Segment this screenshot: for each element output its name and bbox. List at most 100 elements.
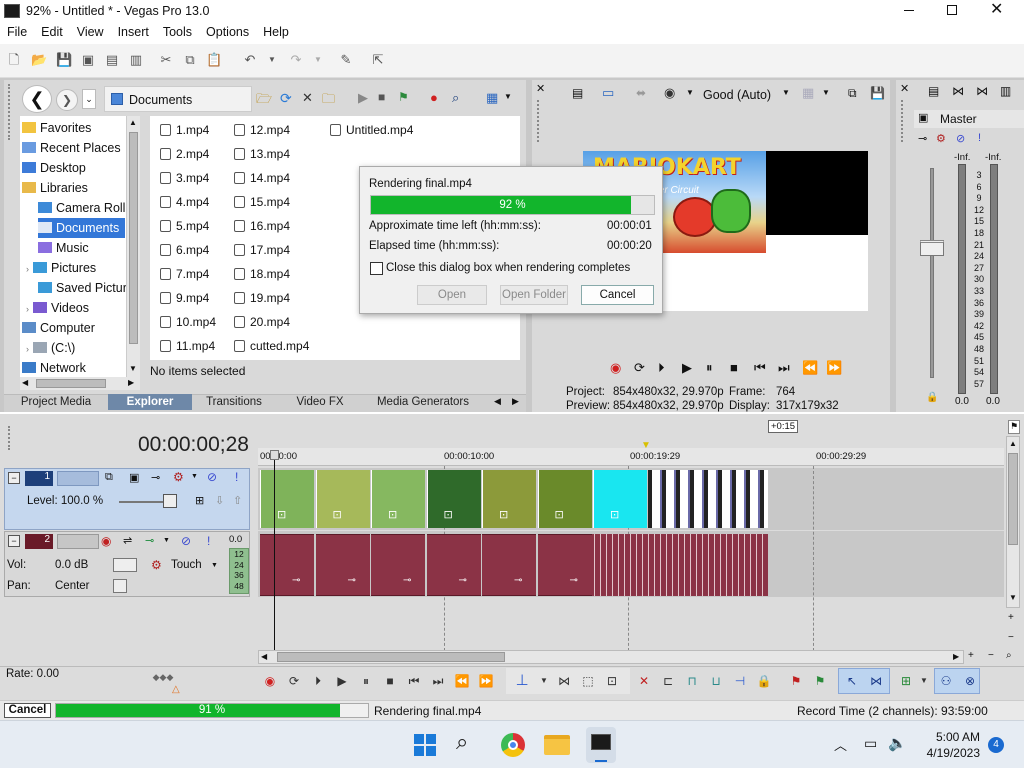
loop-icon[interactable]: ⟳ bbox=[634, 360, 645, 376]
master-insert-icon[interactable]: ⊸ bbox=[918, 132, 927, 145]
timeline-ruler[interactable]: 00:00:00 00:00:10:00 00:00:19:29 00:00:2… bbox=[258, 448, 1004, 466]
audio-track-header[interactable]: − 2 ◉ ⇌ ⊸ ▼ ⊘ ! 0.0 12 24 36 48 Vol: 0.0 dB… bbox=[4, 531, 250, 597]
tl-next-frame-icon[interactable]: ⏩ bbox=[478, 674, 494, 688]
file-item[interactable]: 10.mp4 bbox=[160, 312, 216, 332]
tree-recent-places[interactable]: Recent Places bbox=[22, 138, 121, 158]
downmix-icon[interactable]: ⋈ bbox=[952, 84, 964, 98]
meter-options-icon[interactable]: ▥ bbox=[1000, 84, 1011, 98]
cut-icon[interactable]: ✂ bbox=[158, 52, 174, 68]
tab-video-fx[interactable]: Video FX bbox=[282, 394, 358, 410]
paste-icon[interactable]: 📋 bbox=[206, 52, 222, 68]
tl-vscroll-thumb[interactable] bbox=[1008, 453, 1018, 545]
tab-scroll-right-icon[interactable]: ▶ bbox=[512, 396, 519, 407]
zoom-out-track-icon[interactable]: − bbox=[1008, 632, 1014, 643]
audio-clip[interactable]: ⊸ bbox=[371, 534, 425, 596]
auto-crossfade-icon[interactable]: ⊞ bbox=[898, 674, 914, 688]
master-lock-icon[interactable]: 🔒 bbox=[926, 392, 938, 403]
make-compositing-child-icon[interactable]: ▣ bbox=[129, 471, 139, 484]
audio-mute-icon[interactable]: ⊘ bbox=[181, 534, 191, 548]
menu-tools[interactable]: Tools bbox=[156, 22, 199, 39]
views-dropdown-icon[interactable]: ▼ bbox=[504, 92, 512, 101]
play-from-start-icon[interactable]: ⏵ bbox=[658, 360, 665, 376]
audio-fx-icon[interactable]: ⊸ bbox=[292, 575, 300, 586]
external-monitor-icon[interactable]: ▭ bbox=[602, 85, 614, 101]
split-dropdown-icon[interactable]: ▼ bbox=[686, 88, 694, 97]
audio-fx-icon[interactable]: ⊸ bbox=[348, 575, 356, 586]
video-track-name-field[interactable] bbox=[57, 471, 99, 486]
file-item[interactable]: cutted.mp4 bbox=[234, 336, 309, 356]
master-solo-icon[interactable]: ! bbox=[978, 132, 981, 144]
vol-slider[interactable] bbox=[113, 558, 137, 572]
preview-close-icon[interactable]: ✕ bbox=[536, 82, 545, 95]
pan-crop-icon[interactable]: ⊡ bbox=[388, 508, 397, 521]
pan-crop-icon[interactable]: ⊡ bbox=[555, 508, 564, 521]
master-fx-gear-icon[interactable]: ⚙ bbox=[936, 132, 946, 145]
file-item[interactable]: 18.mp4 bbox=[234, 264, 290, 284]
cancel-render-button[interactable]: Cancel bbox=[581, 285, 654, 305]
file-item[interactable]: 19.mp4 bbox=[234, 288, 290, 308]
start-capture-icon[interactable]: ● bbox=[430, 90, 438, 105]
overlays-dropdown-icon[interactable]: ▼ bbox=[822, 88, 830, 97]
track-fx-icon[interactable]: ⚙ bbox=[173, 470, 184, 484]
tl-record-icon[interactable]: ◉ bbox=[262, 674, 278, 688]
render-as-icon[interactable]: ▤ bbox=[104, 52, 120, 68]
scroll-left-icon[interactable]: ◀ bbox=[22, 378, 28, 387]
enable-snapping-icon[interactable]: ⋈ bbox=[868, 674, 884, 688]
fx-icon[interactable]: ⬌ bbox=[636, 86, 646, 100]
tl-scroll-right-icon[interactable]: ▶ bbox=[953, 652, 959, 661]
file-item[interactable]: 9.mp4 bbox=[160, 288, 209, 308]
master-fader[interactable] bbox=[920, 240, 944, 256]
tl-start-icon[interactable]: ⏮ bbox=[406, 674, 422, 688]
tl-scroll-down-icon[interactable]: ▼ bbox=[1009, 593, 1017, 602]
close-icon[interactable]: ✕ bbox=[990, 1, 1003, 19]
automation-mode-dropdown-icon[interactable]: ▼ bbox=[211, 562, 218, 569]
zoom-out-time-icon[interactable]: − bbox=[988, 650, 994, 661]
file-item[interactable]: 6.mp4 bbox=[160, 240, 209, 260]
file-item[interactable]: 16.mp4 bbox=[234, 216, 290, 236]
lock-envelopes-icon[interactable]: 🔒 bbox=[756, 674, 772, 688]
audio-fx-icon[interactable]: ⊸ bbox=[403, 575, 411, 586]
close-when-done-checkbox[interactable] bbox=[370, 262, 383, 275]
file-item[interactable]: 14.mp4 bbox=[234, 168, 290, 188]
timeline-vscrollbar[interactable]: ▲ ▼ bbox=[1006, 436, 1020, 608]
automation-mode[interactable]: Touch bbox=[171, 559, 202, 571]
redo-dropdown-icon[interactable]: ▼ bbox=[310, 52, 326, 68]
redo-icon[interactable]: ↷ bbox=[288, 52, 304, 68]
expand-icon[interactable]: › bbox=[26, 344, 29, 354]
go-to-start-icon[interactable]: ⏮ bbox=[754, 360, 766, 376]
video-clip[interactable]: ⊡ bbox=[426, 470, 481, 528]
trim-start-icon[interactable]: ⊓ bbox=[684, 674, 700, 688]
menu-insert[interactable]: Insert bbox=[111, 22, 156, 39]
file-item[interactable]: 4.mp4 bbox=[160, 192, 209, 212]
windows-start-icon[interactable] bbox=[414, 734, 436, 756]
mute-icon[interactable]: ⊘ bbox=[207, 470, 217, 484]
menu-view[interactable]: View bbox=[70, 22, 111, 39]
trim-end-icon[interactable]: ⊔ bbox=[708, 674, 724, 688]
insert-marker-icon[interactable]: ⚑ bbox=[788, 674, 804, 688]
play-icon[interactable]: ▶ bbox=[682, 360, 692, 376]
video-clip[interactable]: ⊡ bbox=[260, 470, 314, 528]
views-icon[interactable]: ▦ bbox=[486, 90, 498, 106]
audio-insert-icon[interactable]: ⊸ bbox=[145, 534, 154, 547]
stop-icon[interactable]: ■ bbox=[730, 360, 738, 375]
trim-icon[interactable]: ⊏ bbox=[660, 674, 676, 688]
marker-bar-icon[interactable]: ⚑ bbox=[1008, 420, 1020, 434]
audio-clip[interactable]: ⊸ bbox=[315, 534, 370, 596]
back-button[interactable]: ❮ bbox=[22, 85, 52, 113]
playhead-cursor[interactable] bbox=[274, 452, 275, 657]
save-as-icon[interactable]: ▣ bbox=[80, 52, 96, 68]
ignore-grouping-icon[interactable]: ⊗ bbox=[962, 674, 978, 688]
track-collapse-icon[interactable]: − bbox=[8, 472, 20, 484]
expand-icon[interactable]: › bbox=[26, 264, 29, 274]
tl-hscroll-thumb[interactable] bbox=[277, 652, 505, 662]
tab-media-generators[interactable]: Media Generators bbox=[370, 394, 476, 410]
play-preview-icon[interactable]: ▶ bbox=[358, 90, 368, 106]
file-item[interactable]: 3.mp4 bbox=[160, 168, 209, 188]
hscroll-thumb[interactable] bbox=[36, 379, 106, 388]
open-icon[interactable]: 📂 bbox=[31, 52, 47, 68]
insert-region-icon[interactable]: ⚑ bbox=[812, 674, 828, 688]
search-icon[interactable]: ⌕ bbox=[456, 729, 468, 755]
audio-solo-icon[interactable]: ! bbox=[207, 534, 210, 548]
file-item[interactable]: 1.mp4 bbox=[160, 120, 209, 140]
tree-pictures[interactable]: › Pictures bbox=[26, 258, 96, 278]
